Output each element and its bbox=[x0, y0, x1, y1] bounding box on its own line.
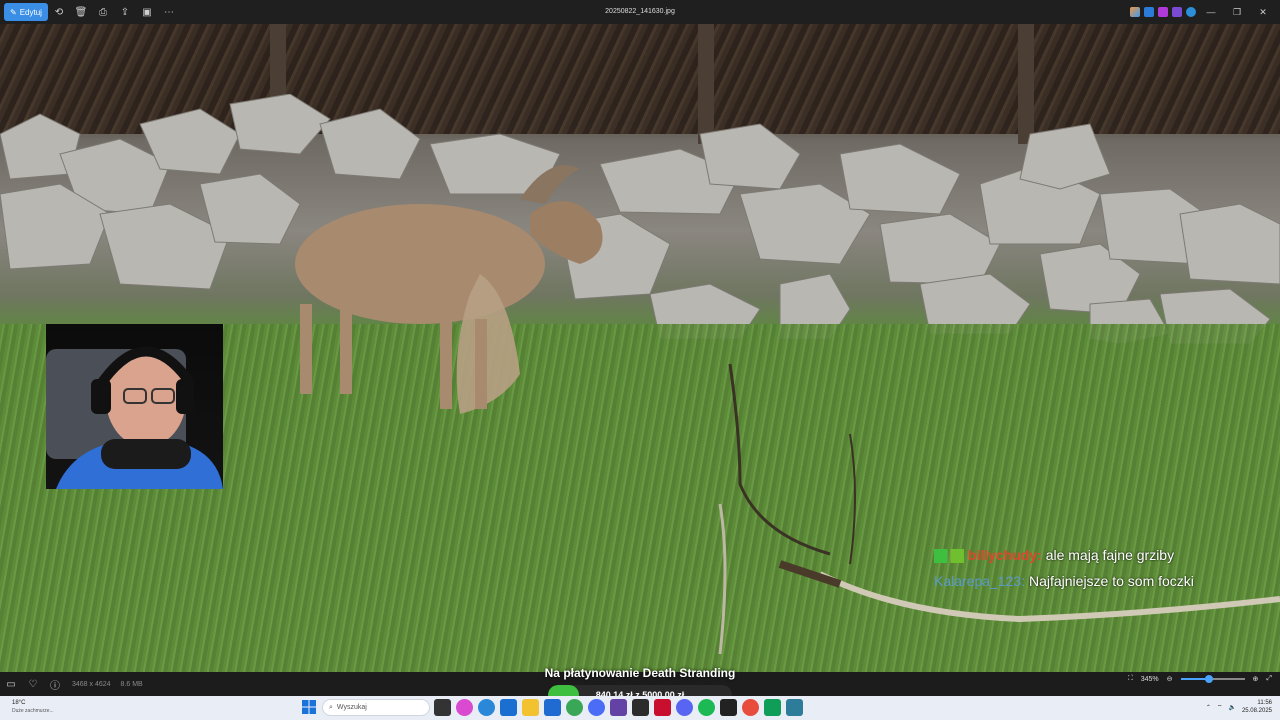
zoom-slider[interactable] bbox=[1180, 675, 1245, 683]
chat-message: Kalarepa_123: Najfajniejsze to som foczk… bbox=[934, 573, 1194, 589]
chat-username: billychudy bbox=[967, 547, 1038, 563]
delete-icon[interactable]: 🗑 bbox=[70, 3, 92, 21]
clock-date: 25.08.2025 bbox=[1241, 708, 1272, 714]
weather-condition: Duże zachmurze... bbox=[12, 708, 54, 714]
fit-icon[interactable]: ⛶ bbox=[1128, 675, 1133, 683]
stream-chat: billychudy: ale mają fajne grziby Kalare… bbox=[934, 542, 1274, 594]
webcam-feed bbox=[46, 324, 223, 489]
zoom-in-icon[interactable]: ⊕ bbox=[1253, 675, 1259, 683]
window-title: 20250822_141630.jpg bbox=[605, 8, 675, 15]
chevron-up-icon[interactable]: ⌃ bbox=[1206, 704, 1211, 711]
title-bar: ✎ Edytuj ⟲ 🗑 ⎙ ⇪ ▣ ⋯ 20250822_141630.jpg… bbox=[0, 0, 1280, 24]
edit-button[interactable]: ✎ Edytuj bbox=[4, 3, 48, 21]
spotify-icon[interactable] bbox=[698, 699, 715, 716]
obs-icon[interactable] bbox=[720, 699, 737, 716]
wifi-icon[interactable]: ⌔ bbox=[1217, 703, 1223, 711]
close-icon[interactable]: ✕ bbox=[1252, 3, 1274, 21]
share-icon[interactable]: ⇪ bbox=[114, 3, 136, 21]
outlook-icon[interactable] bbox=[544, 699, 561, 716]
more-icon[interactable]: ⋯ bbox=[158, 3, 180, 21]
chat-text: ale mają fajne grziby bbox=[1045, 547, 1175, 563]
clock[interactable]: 11:56 25.08.2025 bbox=[1242, 699, 1272, 715]
excel-icon[interactable] bbox=[764, 699, 781, 716]
chat-username: Kalarepa_123 bbox=[934, 573, 1022, 589]
windows-taskbar: 18°C Duże zachmurze... ⌕ Wyszukaj ⌃ ⌔ 🔈 … bbox=[0, 696, 1280, 720]
task-view-icon[interactable] bbox=[434, 699, 451, 716]
paint-icon[interactable] bbox=[1172, 7, 1182, 17]
chat-message: billychudy: ale mają fajne grziby bbox=[934, 542, 1274, 568]
copilot-app-icon[interactable] bbox=[456, 699, 473, 716]
search-icon: ⌕ bbox=[329, 703, 333, 711]
rock-pile bbox=[0, 94, 1280, 344]
edit-button-label: Edytuj bbox=[19, 7, 42, 17]
taskbar-search[interactable]: ⌕ Wyszukaj bbox=[322, 699, 430, 716]
donation-goal-title: Na płatynowanie Death Stranding bbox=[544, 666, 736, 680]
volume-icon[interactable]: 🔈 bbox=[1228, 704, 1235, 711]
search-placeholder: Wyszukaj bbox=[336, 704, 367, 711]
fallen-branch bbox=[718, 363, 1280, 655]
clipchamp-icon[interactable] bbox=[1158, 7, 1168, 17]
info-icon[interactable]: ⓘ bbox=[44, 674, 66, 694]
barbary-sheep bbox=[295, 165, 603, 414]
titlebar-right: — ❐ ✕ bbox=[1130, 3, 1274, 21]
filmstrip-icon[interactable]: ▭ bbox=[0, 674, 22, 694]
file-size: 8.6 MB bbox=[120, 680, 143, 688]
browser-icon[interactable] bbox=[588, 699, 605, 716]
print-icon[interactable]: ⎙ bbox=[92, 3, 114, 21]
image-dimensions: 3468 x 4624 bbox=[72, 680, 111, 688]
discord-icon[interactable] bbox=[676, 699, 693, 716]
chat-text: Najfajniejsze to som foczki bbox=[1028, 573, 1194, 589]
system-tray: ⌃ ⌔ 🔈 11:56 25.08.2025 bbox=[1206, 699, 1272, 715]
rotate-icon[interactable]: ⟲ bbox=[48, 3, 70, 21]
zoom-out-icon[interactable]: ⊖ bbox=[1167, 675, 1173, 683]
start-icon[interactable] bbox=[302, 700, 316, 714]
store-icon[interactable] bbox=[500, 699, 517, 716]
copilot-icon[interactable] bbox=[1130, 7, 1140, 17]
app-icon[interactable] bbox=[742, 699, 759, 716]
slideshow-icon[interactable]: ▣ bbox=[136, 3, 158, 21]
pencil-icon: ✎ bbox=[10, 7, 17, 17]
chrome-icon[interactable] bbox=[566, 699, 583, 716]
explorer-icon[interactable] bbox=[522, 699, 539, 716]
photos-icon[interactable] bbox=[786, 699, 803, 716]
clock-time: 11:56 bbox=[1257, 700, 1272, 706]
minimize-icon[interactable]: — bbox=[1200, 3, 1222, 21]
onedrive-icon[interactable] bbox=[1186, 7, 1196, 17]
zoom-level[interactable]: 345% bbox=[1141, 676, 1159, 683]
favorite-icon[interactable]: ♡ bbox=[22, 674, 44, 694]
taskbar-apps bbox=[434, 699, 803, 716]
twitch-icon[interactable] bbox=[610, 699, 627, 716]
weather-temp: 18°C bbox=[12, 700, 26, 706]
weather-widget[interactable]: 18°C Duże zachmurze... bbox=[12, 699, 54, 715]
maximize-icon[interactable]: ❐ bbox=[1226, 3, 1248, 21]
designer-icon[interactable] bbox=[1144, 7, 1154, 17]
zoom-controls: ⛶ 345% ⊖ ⊕ ⤢ bbox=[1128, 675, 1272, 683]
pdf-icon[interactable] bbox=[654, 699, 671, 716]
fullscreen-icon[interactable]: ⤢ bbox=[1266, 675, 1272, 683]
steam-icon[interactable] bbox=[632, 699, 649, 716]
zoom-slider-knob[interactable] bbox=[1205, 675, 1214, 683]
edge-icon[interactable] bbox=[478, 699, 495, 716]
badge-icon bbox=[934, 549, 964, 564]
